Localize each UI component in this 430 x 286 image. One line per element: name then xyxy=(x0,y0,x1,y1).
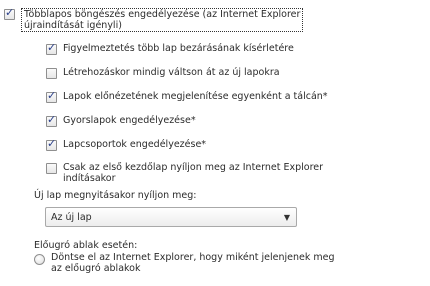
checkmark-icon: ✓ xyxy=(5,6,15,19)
tab-groups-checkbox[interactable]: ✓ xyxy=(46,137,57,151)
popups-auto-option[interactable]: Döntse el az Internet Explorer, hogy mik… xyxy=(34,252,335,274)
checkmark-icon: ✓ xyxy=(47,89,57,102)
first-home-only-checkbox[interactable] xyxy=(46,163,57,174)
popups-auto-label-line1: Döntse el az Internet Explorer, hogy mik… xyxy=(51,252,335,263)
new-tab-select[interactable]: Az új lap ▼ xyxy=(45,207,297,227)
taskbar-previews-label: Lapok előnézetének megjelenítése egyenké… xyxy=(63,91,328,102)
option-first-home-only[interactable]: Csak az első kezdőlap nyíljon meg az Int… xyxy=(46,162,323,184)
tabbed-browsing-label-line2: újraindítását igényli) xyxy=(24,20,122,31)
tabbed-browsing-label-box: Többlapos böngészés engedélyezése (az In… xyxy=(21,8,304,32)
first-home-only-label: Csak az első kezdőlap nyíljon meg az Int… xyxy=(63,162,323,184)
new-tab-heading: Új lap megnyitásakor nyíljon meg: xyxy=(34,190,197,201)
checkmark-icon: ✓ xyxy=(47,41,57,54)
chevron-down-icon[interactable]: ▼ xyxy=(284,213,290,222)
checkmark-icon: ✓ xyxy=(47,113,57,126)
taskbar-previews-checkbox[interactable]: ✓ xyxy=(46,89,57,103)
popups-auto-label: Döntse el az Internet Explorer, hogy mik… xyxy=(51,252,335,274)
option-tab-groups[interactable]: ✓ Lapcsoportok engedélyezése* xyxy=(46,137,207,151)
checkmark-icon: ✓ xyxy=(47,137,57,150)
tabbed-browsing-label-line1: Többlapos böngészés engedélyezése (az In… xyxy=(24,9,301,20)
warn-close-checkbox[interactable]: ✓ xyxy=(46,41,57,55)
new-tab-selected-value: Az új lap xyxy=(51,211,92,223)
switch-new-tab-label: Létrehozáskor mindig váltson át az új la… xyxy=(63,67,280,78)
first-home-only-label-line1: Csak az első kezdőlap nyíljon meg az Int… xyxy=(63,162,324,173)
tabbed-browsing-checkbox[interactable]: ✓ xyxy=(4,6,15,20)
switch-new-tab-checkbox[interactable] xyxy=(46,68,57,79)
option-taskbar-previews[interactable]: ✓ Lapok előnézetének megjelenítése egyen… xyxy=(46,89,328,103)
quick-tabs-checkbox[interactable]: ✓ xyxy=(46,113,57,127)
option-warn-close-multiple[interactable]: ✓ Figyelmeztetés több lap bezárásának kí… xyxy=(46,41,294,55)
first-home-only-label-line2: indításakor xyxy=(63,173,116,184)
popups-auto-radio[interactable] xyxy=(34,254,45,265)
option-switch-new-tab[interactable]: Létrehozáskor mindig váltson át az új la… xyxy=(46,67,280,79)
popups-auto-label-line2: az előugró ablakok xyxy=(51,263,141,274)
quick-tabs-label: Gyorslapok engedélyezése* xyxy=(63,115,196,126)
tab-groups-label: Lapcsoportok engedélyezése* xyxy=(63,139,207,150)
warn-close-label: Figyelmeztetés több lap bezárásának kísé… xyxy=(63,43,294,54)
option-quick-tabs[interactable]: ✓ Gyorslapok engedélyezése* xyxy=(46,113,196,127)
tabbed-browsing-option[interactable]: ✓ Többlapos böngészés engedélyezése (az … xyxy=(4,6,304,32)
popups-heading: Előugró ablak esetén: xyxy=(34,240,138,251)
